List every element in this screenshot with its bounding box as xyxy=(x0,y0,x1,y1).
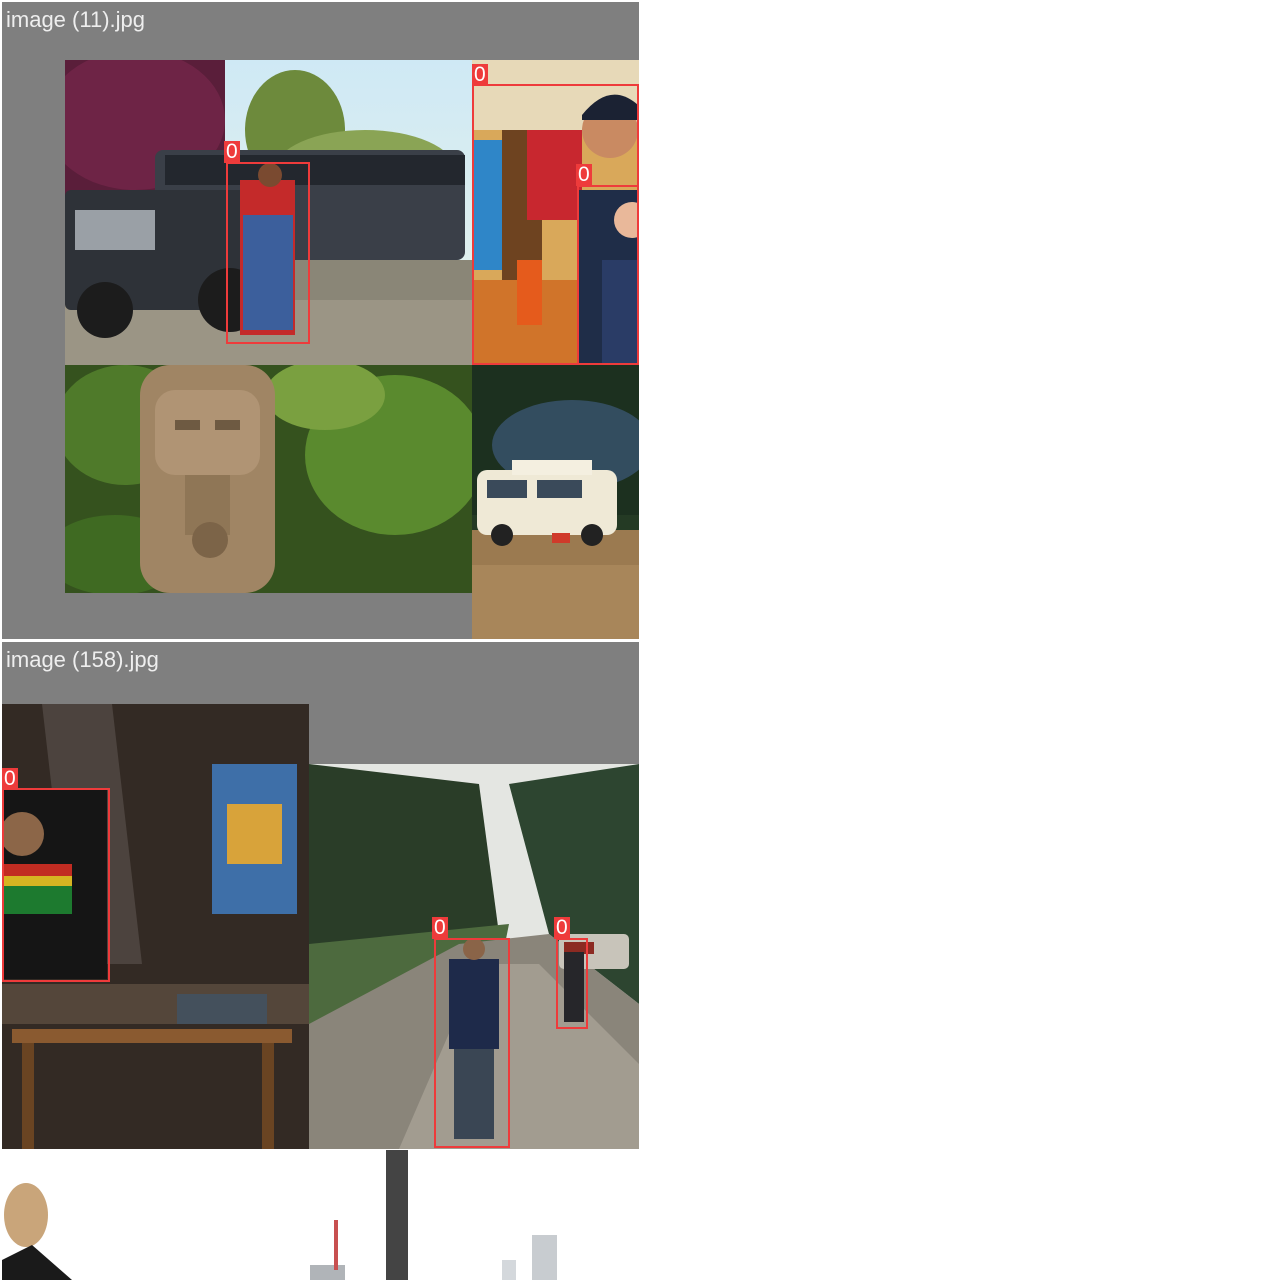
detection-label: 0 xyxy=(432,916,448,939)
detection-label: 0 xyxy=(576,163,592,186)
detection-box xyxy=(226,162,310,344)
mosaic-tile-2: image (158).jpg 0 0 0 xyxy=(2,642,639,1149)
detection-box xyxy=(556,938,588,1029)
mosaic-tile-3 xyxy=(2,1150,639,1280)
detection-label: 0 xyxy=(554,916,570,939)
tile-title: image (158).jpg xyxy=(6,647,159,672)
photo-partial-bottom xyxy=(2,1150,639,1280)
detection-label: 0 xyxy=(2,767,18,790)
photo-camper-van xyxy=(472,365,639,639)
tile-title: image (11).jpg xyxy=(6,7,145,32)
detection-label: 0 xyxy=(224,140,240,163)
detection-label: 0 xyxy=(472,63,488,86)
photo-stone-statue xyxy=(65,365,472,593)
mosaic-tile-1: image (11).jpg 0 0 0 xyxy=(2,2,639,639)
detection-box xyxy=(434,938,510,1148)
detection-box xyxy=(2,788,110,982)
detection-box xyxy=(577,185,639,365)
